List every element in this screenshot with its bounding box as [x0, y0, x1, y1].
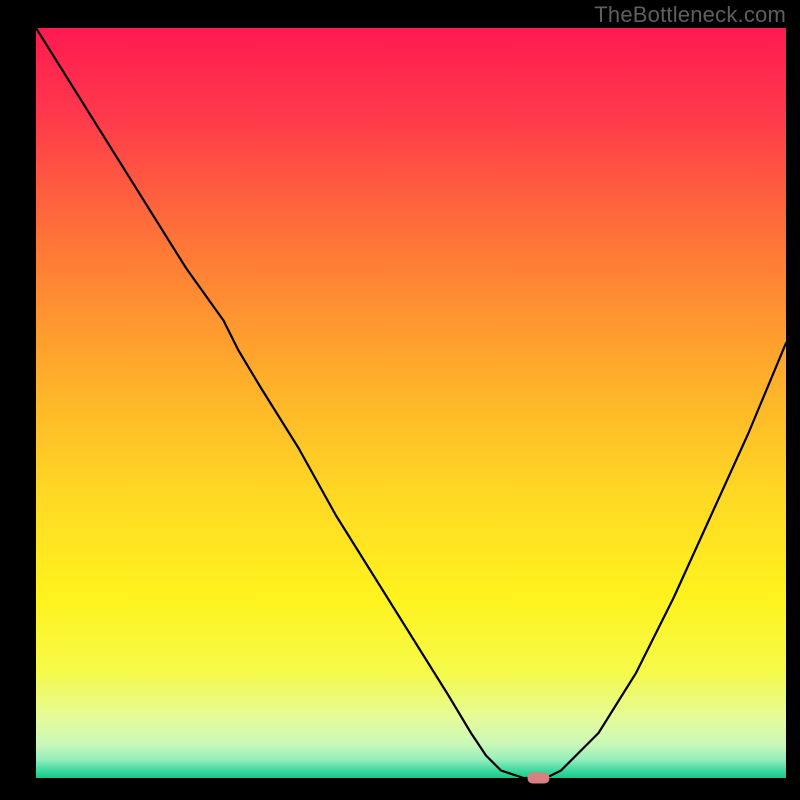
watermark-text: TheBottleneck.com	[594, 2, 786, 28]
minimum-marker	[528, 773, 550, 784]
gradient-background	[36, 28, 786, 778]
chart-frame: { "watermark": "TheBottleneck.com", "plo…	[0, 0, 800, 800]
chart-svg	[0, 0, 800, 800]
